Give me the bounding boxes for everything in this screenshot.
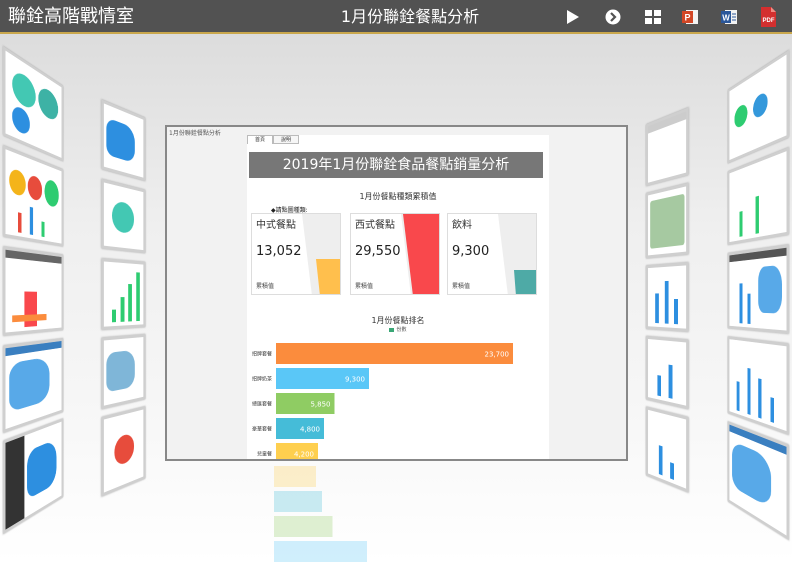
export-pdf-button[interactable]: PDF: [757, 6, 779, 28]
export-ppt-button[interactable]: P: [679, 6, 701, 28]
slide-thumbnail[interactable]: [645, 107, 689, 186]
value-label: 23,700: [485, 351, 510, 359]
pdf-icon: PDF: [761, 7, 776, 27]
slide-thumbnail[interactable]: [101, 258, 146, 330]
right-thumbnail-wall-outer: [726, 36, 792, 562]
svg-text:PDF: PDF: [763, 18, 775, 24]
slide-thumbnail[interactable]: [727, 244, 789, 334]
slide-thumbnail[interactable]: [101, 99, 146, 181]
word-icon: W: [721, 10, 737, 24]
powerpoint-icon: P: [682, 10, 698, 24]
reflection-bar: [274, 491, 322, 512]
top-bar: 聯銓高階戰情室 1月份聯銓餐點分析 P W PDF: [0, 0, 792, 34]
presentation-viewer: 聯銓高階戰情室 1月份聯銓餐點分析 P W PDF 1月份聯銓餐點分析 首頁 說…: [0, 0, 792, 562]
page-title: 1月份聯銓餐點分析: [340, 7, 480, 26]
slide-reflection: [165, 462, 628, 562]
category-label: 總匯套餐: [252, 401, 272, 408]
slide-thumbnail[interactable]: [645, 336, 689, 410]
slide-thumbnail[interactable]: [645, 182, 689, 259]
reflection-bar: [274, 466, 316, 487]
reflection-bar: [274, 516, 333, 537]
slide-thumbnail[interactable]: [727, 50, 789, 164]
slide-thumbnail[interactable]: [645, 406, 689, 493]
left-thumbnail-wall-inner: [98, 36, 148, 562]
value-label: 4,200: [294, 451, 314, 459]
slide-thumbnail[interactable]: [3, 46, 64, 162]
reflection-bar: [274, 541, 367, 562]
slide-thumbnail[interactable]: [727, 147, 789, 245]
grid-icon: [645, 10, 661, 24]
play-button[interactable]: [562, 6, 584, 28]
value-label: 9,300: [345, 376, 365, 384]
current-slide[interactable]: 1月份聯銓餐點分析 首頁 說明 2019年1月份聯銓食品餐點銷量分析 1月份餐點…: [165, 125, 628, 461]
right-thumbnail-wall-inner: [643, 36, 692, 562]
report-page: 首頁 說明 2019年1月份聯銓食品餐點銷量分析 1月份餐點種類累積值 ◆請點圖…: [247, 135, 549, 459]
slide-thumbnail[interactable]: [3, 418, 64, 535]
reflection-graphic: [274, 466, 367, 562]
svg-text:W: W: [722, 14, 730, 23]
slide-thumbnail[interactable]: [101, 178, 146, 254]
grid-view-button[interactable]: [642, 6, 664, 28]
slide-thumbnail[interactable]: [101, 406, 146, 497]
value-label: 5,850: [310, 401, 330, 409]
play-icon: [567, 10, 579, 24]
svg-text:P: P: [684, 13, 690, 23]
left-thumbnail-wall-outer: [0, 36, 65, 562]
slide-thumbnail[interactable]: [727, 336, 789, 435]
category-label: 招牌奶茶: [252, 376, 272, 383]
category-label: 豪華套餐: [252, 426, 272, 433]
next-circle-icon: [605, 9, 621, 25]
slide-thumbnail[interactable]: [3, 338, 64, 433]
category-label: 招牌套餐: [252, 351, 272, 358]
value-label: 4,800: [300, 426, 320, 434]
ranking-bar-chart: 招牌套餐 23,700 招牌奶茶 9,300 總匯套餐 5,850 豪華套餐 4,800 兒童餐…: [252, 343, 513, 459]
next-button[interactable]: [602, 6, 624, 28]
slide-thumbnail[interactable]: [3, 246, 64, 336]
slide-thumbnail[interactable]: [727, 421, 789, 541]
export-word-button[interactable]: W: [718, 6, 740, 28]
slide-thumbnail[interactable]: [645, 262, 689, 332]
category-label: 兒童餐: [257, 451, 272, 458]
app-title: 聯銓高階戰情室: [8, 6, 134, 27]
slide-thumbnail[interactable]: [101, 334, 146, 410]
slide-thumbnail[interactable]: [3, 145, 64, 247]
bar-0[interactable]: [276, 343, 513, 364]
slide-tab-label: 1月份聯銓餐點分析: [169, 130, 221, 137]
